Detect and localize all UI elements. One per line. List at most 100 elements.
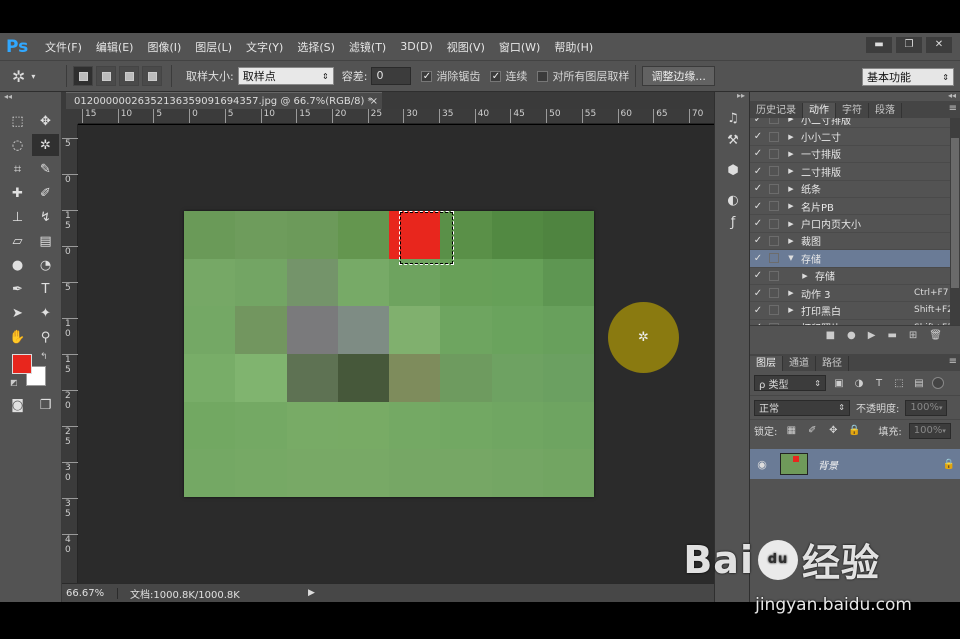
pixel-block[interactable] bbox=[235, 401, 287, 450]
action-row[interactable]: ✓ ▶ 名片PB bbox=[750, 198, 960, 216]
pixel-block[interactable] bbox=[337, 306, 389, 354]
gradient-tool-icon[interactable]: ▤ bbox=[32, 230, 59, 252]
pixel-block[interactable] bbox=[491, 401, 543, 450]
contiguous-checkbox[interactable]: ✓ 连续 bbox=[490, 68, 527, 84]
expand-triangle-icon[interactable]: ▶ bbox=[799, 272, 811, 280]
pixel-block[interactable] bbox=[389, 258, 441, 307]
layer-row-background[interactable]: ◉ 背景 🔒 bbox=[750, 449, 960, 479]
pixel-block[interactable] bbox=[235, 449, 287, 497]
eraser-tool-icon[interactable]: ▱ bbox=[4, 230, 31, 252]
pixel-block[interactable] bbox=[542, 354, 594, 402]
action-row[interactable]: ✓ ▶ 裁图 bbox=[750, 233, 960, 251]
tolerance-input[interactable]: 0 bbox=[371, 67, 412, 85]
toggle-item-checkmark-icon[interactable]: ✓ bbox=[750, 183, 766, 194]
dialog-toggle-box[interactable] bbox=[769, 131, 779, 142]
pixel-block[interactable] bbox=[286, 401, 338, 450]
toggle-item-checkmark-icon[interactable]: ✓ bbox=[750, 201, 766, 212]
toggle-item-checkmark-icon[interactable]: ✓ bbox=[750, 288, 766, 299]
lock-paint-icon[interactable]: ✐ bbox=[805, 425, 819, 436]
tab-history[interactable]: 历史记录 bbox=[750, 103, 803, 118]
close-button[interactable]: ✕ bbox=[926, 37, 952, 53]
expand-triangle-icon[interactable]: ▶ bbox=[785, 133, 797, 141]
pixel-block[interactable] bbox=[491, 306, 543, 354]
zoom-tool-icon[interactable]: ⚲ bbox=[32, 326, 59, 348]
pixel-block[interactable] bbox=[491, 449, 543, 497]
collapse-arrows-icon[interactable]: ◂◂ bbox=[750, 92, 960, 101]
record-icon[interactable]: ● bbox=[847, 330, 856, 341]
pixel-block[interactable] bbox=[286, 306, 338, 354]
tab-channels[interactable]: 通道 bbox=[783, 356, 816, 371]
dialog-toggle-box[interactable] bbox=[769, 201, 779, 212]
menu-select[interactable]: 选择(S) bbox=[290, 39, 342, 55]
pixel-block[interactable] bbox=[184, 354, 236, 402]
pixel-block[interactable] bbox=[184, 258, 236, 307]
dialog-toggle-box[interactable] bbox=[769, 218, 779, 229]
new-set-icon[interactable]: ▬ bbox=[887, 330, 896, 341]
expand-triangle-icon[interactable]: ▶ bbox=[785, 289, 797, 297]
eyedropper-tool-icon[interactable]: ✎ bbox=[32, 158, 59, 180]
new-action-icon[interactable]: ⊞ bbox=[909, 330, 917, 341]
swap-colors-icon[interactable]: ↰ bbox=[40, 352, 48, 362]
toggle-item-checkmark-icon[interactable]: ✓ bbox=[750, 118, 766, 125]
pixel-block[interactable] bbox=[286, 449, 338, 497]
pixel-block[interactable] bbox=[235, 211, 287, 259]
dialog-toggle-box[interactable] bbox=[769, 148, 779, 159]
pixel-block[interactable] bbox=[440, 258, 492, 307]
pixel-block[interactable] bbox=[440, 354, 492, 402]
dialog-toggle-box[interactable] bbox=[769, 235, 779, 246]
blend-mode-select[interactable]: 正常 ⇕ bbox=[754, 399, 850, 416]
dialog-toggle-box[interactable] bbox=[769, 288, 779, 299]
dialog-toggle-box[interactable] bbox=[769, 118, 779, 125]
toggle-item-checkmark-icon[interactable]: ✓ bbox=[750, 131, 766, 142]
pixel-block[interactable] bbox=[389, 306, 441, 354]
trash-icon[interactable]: 🗑 bbox=[929, 330, 942, 341]
pixel-block[interactable] bbox=[440, 306, 492, 354]
menu-window[interactable]: 窗口(W) bbox=[492, 39, 547, 55]
action-row[interactable]: ✓ ▶ 动作 3 Ctrl+F7 bbox=[750, 285, 960, 303]
layer-filter-select[interactable]: ρ 类型 ⇕ bbox=[754, 375, 826, 391]
expand-triangle-icon[interactable]: ▼ bbox=[785, 254, 797, 262]
expand-triangle-icon[interactable]: ▶ bbox=[785, 167, 797, 175]
toggle-item-checkmark-icon[interactable]: ✓ bbox=[750, 166, 766, 177]
image-canvas[interactable] bbox=[184, 211, 594, 497]
menu-view[interactable]: 视图(V) bbox=[440, 39, 492, 55]
pixel-block[interactable] bbox=[337, 258, 389, 307]
dialog-toggle-box[interactable] bbox=[769, 270, 779, 281]
dodge-tool-icon[interactable]: ◔ bbox=[32, 254, 59, 276]
pixel-block[interactable] bbox=[542, 401, 594, 450]
blur-tool-icon[interactable]: ● bbox=[4, 254, 31, 276]
expand-triangle-icon[interactable]: ▶ bbox=[785, 237, 797, 245]
eye-icon[interactable]: ◉ bbox=[750, 458, 774, 471]
brush-preset-icon[interactable]: ⚒ bbox=[715, 129, 751, 151]
pixel-block[interactable] bbox=[491, 211, 543, 259]
tool-preset-picker[interactable]: ✲ ▾ bbox=[12, 65, 60, 87]
lock-all-icon[interactable]: 🔒 bbox=[847, 425, 861, 436]
dialog-toggle-box[interactable] bbox=[769, 166, 779, 177]
toggle-item-checkmark-icon[interactable]: ✓ bbox=[750, 305, 766, 316]
pixel-block[interactable] bbox=[235, 306, 287, 354]
screen-mode-icon[interactable]: ❐ bbox=[32, 394, 59, 416]
action-row[interactable]: ✓ ▶ 纸条 bbox=[750, 181, 960, 198]
pixel-block[interactable] bbox=[491, 258, 543, 307]
pen-tool-icon[interactable]: ✒ bbox=[4, 278, 31, 300]
pixel-block[interactable] bbox=[440, 449, 492, 497]
marquee-tool-icon[interactable]: ⬚ bbox=[4, 110, 31, 132]
action-row[interactable]: ✓ ▶ 打印黑白 Shift+F2 bbox=[750, 302, 960, 320]
action-row[interactable]: ✓ ▶ 存储 bbox=[750, 268, 960, 285]
expand-triangle-icon[interactable]: ▶ bbox=[785, 324, 797, 325]
expand-triangle-icon[interactable]: ▶ bbox=[785, 150, 797, 158]
menu-type[interactable]: 文字(Y) bbox=[239, 39, 290, 55]
adjustments-icon[interactable]: ◐ bbox=[715, 189, 751, 211]
status-menu-icon[interactable]: ▶ bbox=[308, 588, 315, 598]
action-row[interactable]: ✓ ▶ 小小二寸 bbox=[750, 128, 960, 146]
new-selection-button[interactable] bbox=[73, 66, 93, 86]
pixel-block[interactable] bbox=[389, 354, 441, 402]
action-row[interactable]: ✓ ▶ 户口内页大小 bbox=[750, 215, 960, 233]
toggle-item-checkmark-icon[interactable]: ✓ bbox=[750, 270, 766, 281]
pixel-block[interactable] bbox=[491, 354, 543, 402]
lock-position-icon[interactable]: ✥ bbox=[826, 425, 840, 436]
minimize-button[interactable]: ▬ bbox=[866, 37, 892, 53]
expand-triangle-icon[interactable]: ▶ bbox=[785, 220, 797, 228]
toggle-item-checkmark-icon[interactable]: ✓ bbox=[750, 218, 766, 229]
default-colors-icon[interactable]: ◩ bbox=[10, 378, 18, 387]
